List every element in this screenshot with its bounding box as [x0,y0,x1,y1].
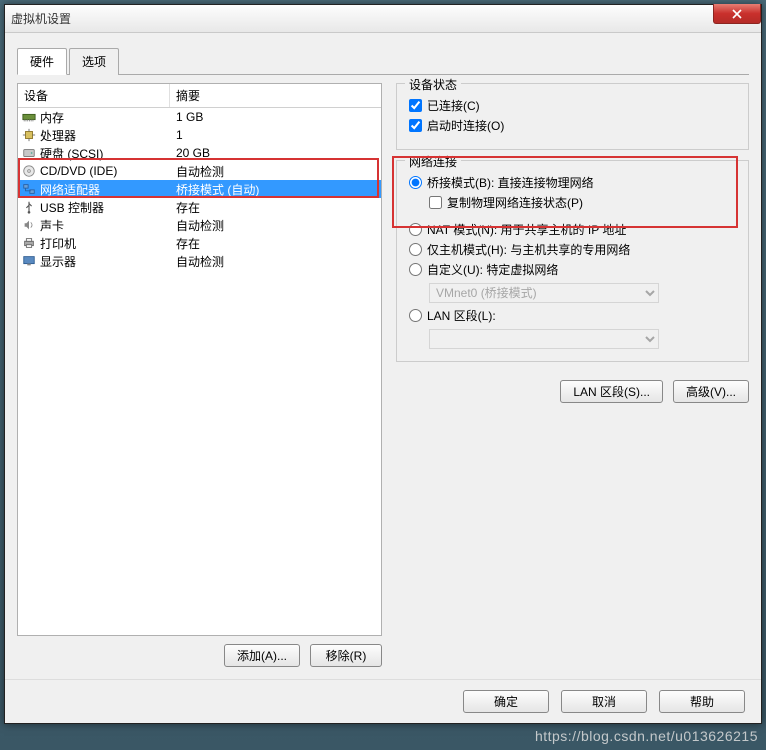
content-area: 硬件 选项 设备 摘要 内存1 GB处理器1硬盘 (SCSI)20 GBCD/D… [5,33,761,679]
network-connection-group: 网络连接 桥接模式(B): 直接连接物理网络 复制物理网络连接状态(P) NAT… [396,160,749,362]
device-status-group: 设备状态 已连接(C) 启动时连接(O) [396,83,749,150]
device-name: USB 控制器 [38,199,170,216]
window-title: 虚拟机设置 [11,10,71,27]
advanced-button[interactable]: 高级(V)... [673,380,749,403]
device-summary: 存在 [170,199,381,216]
device-summary: 1 [170,128,381,142]
connected-checkbox[interactable] [409,99,422,112]
bridged-label: 桥接模式(B): 直接连接物理网络 [427,174,594,191]
device-name: 打印机 [38,235,170,252]
custom-radio[interactable] [409,263,422,276]
lansegment-select-row [429,327,738,349]
connect-at-power-on-row[interactable]: 启动时连接(O) [409,117,738,134]
vm-settings-window: 虚拟机设置 硬件 选项 设备 摘要 内存1 GB处理器1硬盘 (SCSI)20 … [4,4,762,724]
device-row[interactable]: 打印机存在 [18,234,381,252]
nat-radio-row[interactable]: NAT 模式(N): 用于共享主机的 IP 地址 [409,221,738,238]
device-summary: 1 GB [170,110,381,124]
usb-icon [20,199,38,215]
panel-body: 设备 摘要 内存1 GB处理器1硬盘 (SCSI)20 GBCD/DVD (ID… [17,75,749,667]
device-name: 声卡 [38,217,170,234]
device-name: 显示器 [38,253,170,270]
vmnet-select[interactable]: VMnet0 (桥接模式) [429,283,659,303]
close-button[interactable] [713,4,761,24]
cd-icon [20,163,38,179]
replicate-label: 复制物理网络连接状态(P) [447,194,583,211]
tab-options[interactable]: 选项 [69,48,119,75]
column-summary[interactable]: 摘要 [170,84,381,107]
close-icon [732,9,742,19]
device-name: 处理器 [38,127,170,144]
device-summary: 桥接模式 (自动) [170,181,381,198]
bridged-radio-row[interactable]: 桥接模式(B): 直接连接物理网络 [409,174,738,191]
device-row[interactable]: USB 控制器存在 [18,198,381,216]
cpu-icon [20,127,38,143]
memory-icon [20,109,38,125]
device-row[interactable]: 声卡自动检测 [18,216,381,234]
connect-at-power-on-label: 启动时连接(O) [427,117,504,134]
cancel-button[interactable]: 取消 [561,690,647,713]
device-name: 内存 [38,109,170,126]
hostonly-radio-row[interactable]: 仅主机模式(H): 与主机共享的专用网络 [409,241,738,258]
left-column: 设备 摘要 内存1 GB处理器1硬盘 (SCSI)20 GBCD/DVD (ID… [17,83,382,667]
sound-icon [20,217,38,233]
right-button-row: LAN 区段(S)... 高级(V)... [396,380,749,403]
nat-label: NAT 模式(N): 用于共享主机的 IP 地址 [427,221,626,238]
device-row[interactable]: 网络适配器桥接模式 (自动) [18,180,381,198]
right-column: 设备状态 已连接(C) 启动时连接(O) 网络连接 [396,83,749,667]
connected-checkbox-row[interactable]: 已连接(C) [409,97,738,114]
tab-hardware[interactable]: 硬件 [17,48,67,75]
device-name: 网络适配器 [38,181,170,198]
device-row[interactable]: 显示器自动检测 [18,252,381,270]
network-connection-title: 网络连接 [405,153,461,170]
device-row[interactable]: CD/DVD (IDE)自动检测 [18,162,381,180]
bridged-radio[interactable] [409,176,422,189]
lansegment-label: LAN 区段(L): [427,307,496,324]
hostonly-radio[interactable] [409,243,422,256]
left-button-row: 添加(A)... 移除(R) [17,644,382,667]
display-icon [20,253,38,269]
tab-strip: 硬件 选项 [17,47,749,75]
footer: 确定 取消 帮助 [5,679,761,723]
custom-label: 自定义(U): 特定虚拟网络 [427,261,558,278]
replicate-checkbox[interactable] [429,196,442,209]
lansegment-select[interactable] [429,329,659,349]
device-summary: 20 GB [170,146,381,160]
custom-radio-row[interactable]: 自定义(U): 特定虚拟网络 [409,261,738,278]
disk-icon [20,145,38,161]
connected-label: 已连接(C) [427,97,480,114]
ok-button[interactable]: 确定 [463,690,549,713]
device-summary: 存在 [170,235,381,252]
printer-icon [20,235,38,251]
device-summary: 自动检测 [170,217,381,234]
remove-button[interactable]: 移除(R) [310,644,382,667]
device-row[interactable]: 处理器1 [18,126,381,144]
watermark: https://blog.csdn.net/u013626215 [535,728,758,744]
hostonly-label: 仅主机模式(H): 与主机共享的专用网络 [427,241,630,258]
device-list: 设备 摘要 内存1 GB处理器1硬盘 (SCSI)20 GBCD/DVD (ID… [17,83,382,636]
vmnet-select-row: VMnet0 (桥接模式) [429,281,738,303]
device-rows: 内存1 GB处理器1硬盘 (SCSI)20 GBCD/DVD (IDE)自动检测… [18,108,381,270]
connect-at-power-on-checkbox[interactable] [409,119,422,132]
device-name: 硬盘 (SCSI) [38,145,170,162]
device-row[interactable]: 硬盘 (SCSI)20 GB [18,144,381,162]
lansegment-radio[interactable] [409,309,422,322]
lan-segments-button[interactable]: LAN 区段(S)... [560,380,663,403]
help-button[interactable]: 帮助 [659,690,745,713]
lansegment-radio-row[interactable]: LAN 区段(L): [409,307,738,324]
device-row[interactable]: 内存1 GB [18,108,381,126]
device-status-title: 设备状态 [405,76,461,93]
device-summary: 自动检测 [170,163,381,180]
list-header: 设备 摘要 [18,84,381,108]
nat-radio[interactable] [409,223,422,236]
device-summary: 自动检测 [170,253,381,270]
replicate-checkbox-row[interactable]: 复制物理网络连接状态(P) [429,194,738,211]
add-button[interactable]: 添加(A)... [224,644,300,667]
column-device[interactable]: 设备 [18,84,170,107]
network-icon [20,181,38,197]
titlebar: 虚拟机设置 [5,5,761,33]
device-name: CD/DVD (IDE) [38,164,170,178]
